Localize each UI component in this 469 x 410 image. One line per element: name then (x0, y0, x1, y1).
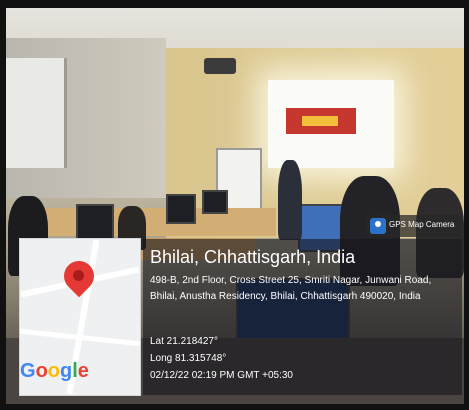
gps-map-camera-icon (370, 218, 386, 234)
location-address: 498-B, 2nd Floor, Cross Street 25, Smrit… (150, 275, 432, 302)
longitude-text: Long 81.315748° (150, 353, 227, 364)
location-title: Bhilai, Chhattisgarh, India (150, 247, 356, 267)
window (6, 58, 67, 168)
computer-monitor (76, 204, 114, 240)
ceiling-projector (204, 58, 236, 74)
presenter (278, 160, 302, 240)
gps-map-camera-badge: GPS Map Camera (367, 215, 461, 237)
latitude-text: Lat 21.218427° (150, 336, 218, 347)
timestamp-text: 02/12/22 02:19 PM GMT +05:30 (150, 370, 293, 381)
gps-badge-label: GPS Map Camera (389, 220, 455, 229)
slide-graphic-accent (302, 116, 338, 126)
computer-monitor (202, 190, 228, 214)
map-pin-center (73, 270, 84, 281)
computer-monitor (166, 194, 196, 224)
google-logo: Google (20, 360, 89, 382)
